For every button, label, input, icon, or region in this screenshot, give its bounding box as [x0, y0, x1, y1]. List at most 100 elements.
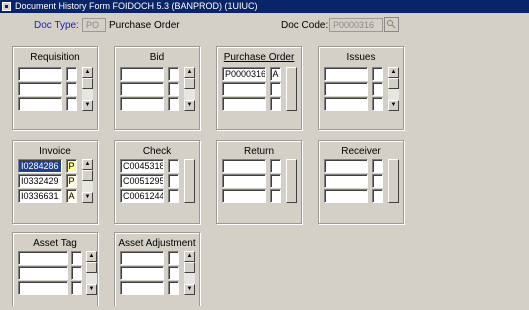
scroll-down-icon[interactable]: ▼: [82, 100, 93, 111]
scroll-down-icon[interactable]: ▼: [388, 100, 399, 111]
asset-adjustment-status-3[interactable]: [168, 281, 179, 295]
scroll-up-icon[interactable]: ▲: [86, 251, 97, 262]
invoice-status-3[interactable]: A: [66, 189, 77, 203]
return-status-1[interactable]: [270, 159, 281, 173]
check-number-2[interactable]: C0051295: [120, 174, 164, 188]
return-status-2[interactable]: [270, 174, 281, 188]
asset-adjustment-status-1[interactable]: [168, 251, 179, 265]
asset-adjustment-status-2[interactable]: [168, 266, 179, 280]
asset-tag-number-1[interactable]: [18, 251, 68, 265]
issues-title: Issues: [346, 52, 376, 63]
bid-scrollbar[interactable]: ▲ ▼: [184, 67, 195, 111]
scroll-thumb[interactable]: [86, 262, 97, 273]
scroll-down-icon[interactable]: ▼: [82, 192, 93, 203]
receiver-status-3[interactable]: [372, 189, 383, 203]
purchase-order-status-3[interactable]: [270, 97, 281, 111]
scroll-thumb[interactable]: [184, 159, 195, 203]
scroll-thumb[interactable]: [388, 159, 399, 203]
doc-type-field[interactable]: PO: [82, 18, 106, 32]
invoice-number-2[interactable]: I0332429: [18, 174, 62, 188]
invoice-scrollbar[interactable]: ▲ ▼: [82, 159, 93, 203]
purchase-order-number-1[interactable]: P0000316: [222, 67, 266, 81]
purchase-order-scrollbar[interactable]: [286, 67, 297, 111]
asset-tag-status-2[interactable]: [71, 266, 82, 280]
check-status-3[interactable]: [168, 189, 179, 203]
check-status-2[interactable]: [168, 174, 179, 188]
asset-adjustment-number-3[interactable]: [120, 281, 164, 295]
issues-status-1[interactable]: [372, 67, 383, 81]
bid-group: Bid ▲ ▼: [114, 46, 200, 130]
purchase-order-status-2[interactable]: [270, 82, 281, 96]
scroll-thumb[interactable]: [82, 78, 93, 89]
bid-status-2[interactable]: [168, 82, 179, 96]
bid-number-3[interactable]: [120, 97, 164, 111]
check-number-1[interactable]: C0045318: [120, 159, 164, 173]
scroll-thumb[interactable]: [286, 159, 297, 203]
scroll-thumb[interactable]: [388, 78, 399, 89]
check-status-1[interactable]: [168, 159, 179, 173]
asset-tag-status-3[interactable]: [71, 281, 82, 295]
bid-status-3[interactable]: [168, 97, 179, 111]
scroll-thumb[interactable]: [82, 170, 93, 181]
receiver-status-1[interactable]: [372, 159, 383, 173]
check-scrollbar[interactable]: [184, 159, 195, 203]
requisition-status-3[interactable]: [66, 97, 77, 111]
asset-tag-number-2[interactable]: [18, 266, 68, 280]
scroll-up-icon[interactable]: ▲: [184, 67, 195, 78]
lookup-icon[interactable]: [384, 17, 399, 32]
return-number-2[interactable]: [222, 174, 266, 188]
scroll-up-icon[interactable]: ▲: [184, 251, 195, 262]
scroll-down-icon[interactable]: ▼: [86, 284, 97, 295]
requisition-number-2[interactable]: [18, 82, 62, 96]
scroll-thumb[interactable]: [286, 67, 297, 111]
issues-number-3[interactable]: [324, 97, 368, 111]
scroll-up-icon[interactable]: ▲: [82, 67, 93, 78]
receiver-number-2[interactable]: [324, 174, 368, 188]
scroll-down-icon[interactable]: ▼: [184, 284, 195, 295]
invoice-status-1[interactable]: P: [66, 159, 77, 173]
scroll-up-icon[interactable]: ▲: [82, 159, 93, 170]
scroll-thumb[interactable]: [184, 78, 195, 89]
issues-number-1[interactable]: [324, 67, 368, 81]
asset-tag-scrollbar[interactable]: ▲ ▼: [86, 251, 97, 295]
asset-adjustment-scrollbar[interactable]: ▲ ▼: [184, 251, 195, 295]
requisition-status-2[interactable]: [66, 82, 77, 96]
issues-scrollbar[interactable]: ▲ ▼: [388, 67, 399, 111]
bid-number-1[interactable]: [120, 67, 164, 81]
issues-status-3[interactable]: [372, 97, 383, 111]
requisition-scrollbar[interactable]: ▲ ▼: [82, 67, 93, 111]
receiver-status-2[interactable]: [372, 174, 383, 188]
issues-number-2[interactable]: [324, 82, 368, 96]
issues-group: Issues ▲ ▼: [318, 46, 404, 130]
bid-status-1[interactable]: [168, 67, 179, 81]
requisition-status-1[interactable]: [66, 67, 77, 81]
purchase-order-status-1[interactable]: A: [270, 67, 281, 81]
scroll-thumb[interactable]: [184, 262, 195, 273]
asset-adjustment-number-2[interactable]: [120, 266, 164, 280]
doc-type-description: Purchase Order: [109, 20, 180, 31]
return-status-3[interactable]: [270, 189, 281, 203]
receiver-scrollbar[interactable]: [388, 159, 399, 203]
invoice-status-2[interactable]: P: [66, 174, 77, 188]
issues-status-2[interactable]: [372, 82, 383, 96]
requisition-number-1[interactable]: [18, 67, 62, 81]
purchase-order-number-3[interactable]: [222, 97, 266, 111]
window-title: Document History Form FOIDOCH 5.3 (BANPR…: [15, 1, 258, 11]
return-scrollbar[interactable]: [286, 159, 297, 203]
return-number-3[interactable]: [222, 189, 266, 203]
purchase-order-number-2[interactable]: [222, 82, 266, 96]
receiver-number-1[interactable]: [324, 159, 368, 173]
return-number-1[interactable]: [222, 159, 266, 173]
doc-code-field[interactable]: P0000316: [329, 18, 383, 32]
asset-tag-status-1[interactable]: [71, 251, 82, 265]
asset-tag-number-3[interactable]: [18, 281, 68, 295]
bid-number-2[interactable]: [120, 82, 164, 96]
requisition-number-3[interactable]: [18, 97, 62, 111]
invoice-number-1[interactable]: I0284286: [18, 159, 62, 173]
asset-adjustment-number-1[interactable]: [120, 251, 164, 265]
scroll-up-icon[interactable]: ▲: [388, 67, 399, 78]
invoice-number-3[interactable]: I0336631: [18, 189, 62, 203]
scroll-down-icon[interactable]: ▼: [184, 100, 195, 111]
check-number-3[interactable]: C0061244: [120, 189, 164, 203]
receiver-number-3[interactable]: [324, 189, 368, 203]
